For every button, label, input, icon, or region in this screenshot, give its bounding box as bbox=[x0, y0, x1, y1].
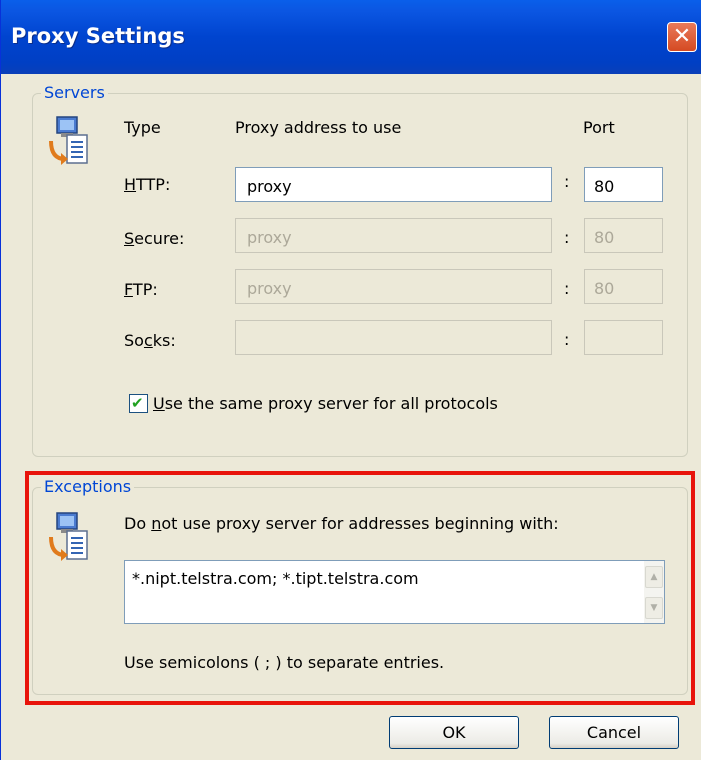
secure-port-input[interactable]: 80 bbox=[584, 218, 663, 253]
network-computer-icon bbox=[49, 512, 88, 561]
same-proxy-checkbox[interactable]: ✔ bbox=[129, 394, 148, 413]
proxy-settings-dialog: Proxy Settings ✕ Servers Type Proxy addr… bbox=[0, 0, 701, 760]
socks-port-input[interactable] bbox=[584, 320, 663, 355]
secure-colon: : bbox=[564, 228, 570, 247]
servers-legend: Servers bbox=[41, 83, 108, 102]
http-colon: : bbox=[564, 172, 570, 191]
ftp-port-input[interactable]: 80 bbox=[584, 269, 663, 304]
ok-button[interactable]: OK bbox=[389, 716, 519, 749]
exceptions-hint: Use semicolons ( ; ) to separate entries… bbox=[124, 653, 445, 672]
close-button[interactable]: ✕ bbox=[667, 22, 697, 52]
socks-label: Socks: bbox=[124, 331, 176, 350]
ftp-address-input[interactable]: proxy bbox=[235, 269, 552, 304]
socks-address-input[interactable] bbox=[235, 320, 552, 355]
proxy-address-header: Proxy address to use bbox=[235, 118, 402, 137]
scroll-up-arrow-icon: ▲ bbox=[650, 572, 658, 582]
window-title: Proxy Settings bbox=[11, 24, 185, 48]
scroll-up-button[interactable]: ▲ bbox=[645, 566, 663, 588]
scroll-down-arrow-icon: ▼ bbox=[650, 603, 658, 613]
same-proxy-label[interactable]: Use the same proxy server for all protoc… bbox=[153, 394, 498, 413]
exceptions-textarea[interactable]: *.nipt.telstra.com; *.tipt.telstra.com ▲… bbox=[124, 560, 665, 624]
http-label: HTTP: bbox=[124, 175, 171, 194]
port-header: Port bbox=[583, 118, 615, 137]
cancel-button[interactable]: Cancel bbox=[549, 716, 679, 749]
secure-label: Secure: bbox=[124, 229, 185, 248]
http-address-input[interactable]: proxy bbox=[235, 167, 552, 202]
http-port-input[interactable]: 80 bbox=[584, 167, 663, 202]
exceptions-legend: Exceptions bbox=[41, 477, 135, 496]
secure-address-input[interactable]: proxy bbox=[235, 218, 552, 253]
exceptions-label: Do not use proxy server for addresses be… bbox=[124, 514, 559, 533]
close-icon: ✕ bbox=[672, 24, 692, 49]
ftp-label: FTP: bbox=[124, 280, 158, 299]
network-computer-icon bbox=[49, 116, 88, 165]
exceptions-scrollbar[interactable]: ▲ ▼ bbox=[644, 561, 664, 623]
title-bar[interactable]: Proxy Settings ✕ bbox=[1, 0, 701, 74]
exceptions-value: *.nipt.telstra.com; *.tipt.telstra.com bbox=[132, 569, 419, 588]
scroll-down-button[interactable]: ▼ bbox=[645, 597, 663, 619]
socks-colon: : bbox=[564, 330, 570, 349]
checkmark-icon: ✔ bbox=[131, 394, 144, 412]
ftp-colon: : bbox=[564, 279, 570, 298]
type-header: Type bbox=[124, 118, 161, 137]
